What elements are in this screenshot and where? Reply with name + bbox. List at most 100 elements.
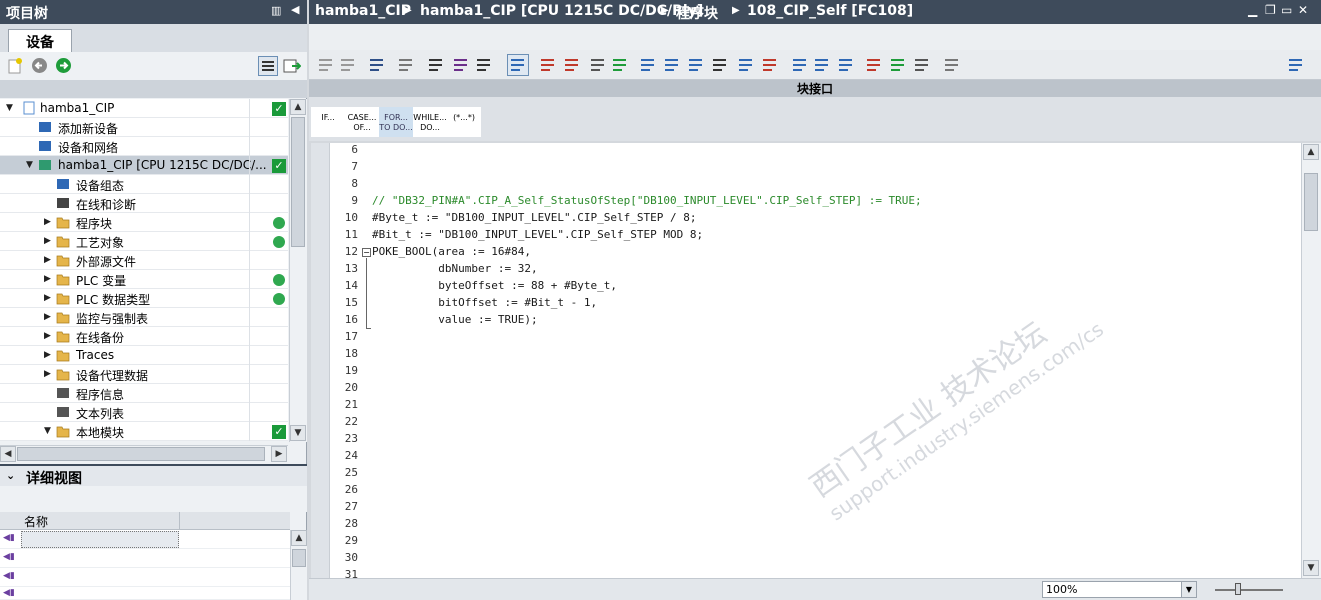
zoom-slider-track[interactable] [1215,589,1283,591]
editor-vertical-scrollbar[interactable]: ▲ ▼ [1301,143,1321,578]
chevron-down-icon[interactable]: ▼ [44,426,52,436]
scroll-down-icon[interactable]: ▼ [290,425,306,441]
tab-devices[interactable]: 设备 [8,29,72,52]
snippet-while[interactable]: WHILE... DO... [413,107,447,137]
chevron-right-icon[interactable]: ▶ [44,369,52,379]
tree-horizontal-scrollbar[interactable]: ◀ ▶ [0,445,288,462]
hscroll-thumb[interactable] [17,447,265,461]
forward-icon[interactable] [55,57,72,74]
scroll-down-icon[interactable]: ▼ [1303,560,1319,576]
tree-item[interactable]: ▶ 外部源文件 [0,251,288,270]
branch-icon[interactable] [761,56,779,74]
export-icon[interactable] [283,57,301,75]
tree-item[interactable]: ▶ 工艺对象 [0,232,288,251]
goto-icon[interactable] [368,56,386,74]
scroll-thumb[interactable] [291,117,305,247]
chevron-down-icon[interactable]: ⌄ [6,469,15,482]
chevron-right-icon[interactable]: ▶ [44,331,52,341]
scroll-up-icon[interactable]: ▲ [291,530,307,546]
tree-item[interactable]: ▶ Traces [0,346,288,365]
code-editor[interactable]: 西门子工业 技术论坛 support.industry.siemens.com/… [311,143,1301,581]
tree-item[interactable]: ▶ 在线备份 [0,327,288,346]
step-icon[interactable] [639,56,657,74]
delete-network-icon[interactable] [339,56,357,74]
tree-item[interactable]: 设备组态 [0,175,288,194]
column-name-label[interactable]: 名称 [24,513,48,530]
scroll-thumb[interactable] [292,549,306,567]
zoom-select[interactable]: 100% ▼ [1042,581,1197,598]
prev-bookmark-icon[interactable] [813,56,831,74]
code-line[interactable]: byteOffset := 88 + #Byte_t, [372,279,617,292]
stop-icon[interactable] [913,56,931,74]
snippet-if[interactable]: IF... [311,107,345,137]
detail-view-header[interactable]: ⌄ 详细视图 [0,464,307,487]
collapse-icon[interactable]: − [362,248,371,257]
next-bookmark-icon[interactable] [837,56,855,74]
zoom-slider-handle[interactable] [1235,583,1241,595]
tree-item[interactable]: ▼ hamba1_CIP [CPU 1215C DC/DC/... ✓ [0,156,288,175]
restore-icon[interactable]: ❐ [1265,3,1276,17]
clear-breakpoint-icon[interactable] [563,56,581,74]
chevron-right-icon[interactable]: ▶ [44,293,52,303]
scroll-left-icon[interactable]: ◀ [0,446,16,462]
detail-vertical-scrollbar[interactable]: ▲ [290,530,307,600]
chevron-right-icon[interactable]: ▶ [44,312,52,322]
chevron-right-icon[interactable]: ▶ [44,350,52,360]
sort-icon[interactable] [711,56,729,74]
back-icon[interactable] [31,57,48,74]
tree-item[interactable]: ▼ 本地模块 ✓ [0,422,288,441]
snippet-comment[interactable]: (*...*) [447,107,481,137]
snippet-case[interactable]: CASE... OF... [345,107,379,137]
close-icon[interactable]: ✕ [1298,3,1308,17]
tree-item[interactable]: 程序信息 [0,384,288,403]
tree-item[interactable]: 在线和诊断 [0,194,288,213]
tree-item[interactable]: ▶ PLC 数据类型 [0,289,288,308]
code-line[interactable]: dbNumber := 32, [372,262,537,275]
tree-item[interactable]: 文本列表 [0,403,288,422]
collapse-left-icon[interactable]: ◀ [291,3,299,16]
tree-item[interactable]: ▶ 程序块 [0,213,288,232]
indent-icon[interactable] [452,56,470,74]
chevron-right-icon[interactable]: ▶ [44,217,52,227]
scroll-up-icon[interactable]: ▲ [290,99,306,115]
settings-icon[interactable] [943,56,961,74]
tree-icon[interactable] [737,56,755,74]
tree-item[interactable]: ▶ 监控与强制表 [0,308,288,327]
scroll-right-icon[interactable]: ▶ [271,446,287,462]
scroll-up-icon[interactable]: ▲ [1303,144,1319,160]
chevron-right-icon[interactable]: ▶ [44,274,52,284]
detail-row[interactable]: ◀▮ [0,549,290,568]
align-icon[interactable] [427,56,445,74]
code-line[interactable]: value := TRUE); [372,313,537,326]
breadcrumb-block[interactable]: 108_CIP_Self [FC108] [747,3,913,19]
detail-row[interactable]: ◀▮ [0,530,290,549]
code-line[interactable]: bitOffset := #Bit_t - 1, [372,296,597,309]
step-out-icon[interactable] [687,56,705,74]
tree-item[interactable]: ▼ hamba1_CIP ✓ [0,99,288,118]
chevron-right-icon[interactable]: ▶ [44,236,52,246]
favorites-icon[interactable] [509,56,527,74]
breadcrumb-project[interactable]: hamba1_CIP [315,3,411,19]
chevron-right-icon[interactable]: ▶ [44,255,52,265]
tree-item[interactable]: ▶ PLC 变量 [0,270,288,289]
list-icon[interactable] [589,56,607,74]
code-line[interactable]: #Bit_t := "DB100_INPUT_LEVEL".CIP_Self_S… [372,228,703,241]
block-interface-header[interactable]: 块接口 [309,80,1321,97]
compare-icon[interactable] [865,56,883,74]
scroll-thumb[interactable] [1304,173,1318,231]
detail-row[interactable]: ◀▮ [0,587,290,600]
insert-network-icon[interactable] [317,56,335,74]
minimize-icon[interactable]: ▁ [1248,3,1257,17]
overview-icon[interactable] [258,56,278,76]
breadcrumb-program-blocks[interactable]: 程序块 [676,3,718,23]
tree-item[interactable]: ▶ 设备代理数据 [0,365,288,384]
float-icon[interactable]: ▭ [1281,3,1292,17]
bookmark-icon[interactable] [791,56,809,74]
breakpoint-icon[interactable] [539,56,557,74]
monitor-icon[interactable] [397,56,415,74]
window-icon[interactable] [1287,56,1305,74]
tree-item[interactable]: 设备和网络 [0,137,288,156]
tree-item[interactable]: 添加新设备 [0,118,288,137]
outdent-icon[interactable] [475,56,493,74]
detail-row[interactable]: ◀▮ [0,568,290,587]
